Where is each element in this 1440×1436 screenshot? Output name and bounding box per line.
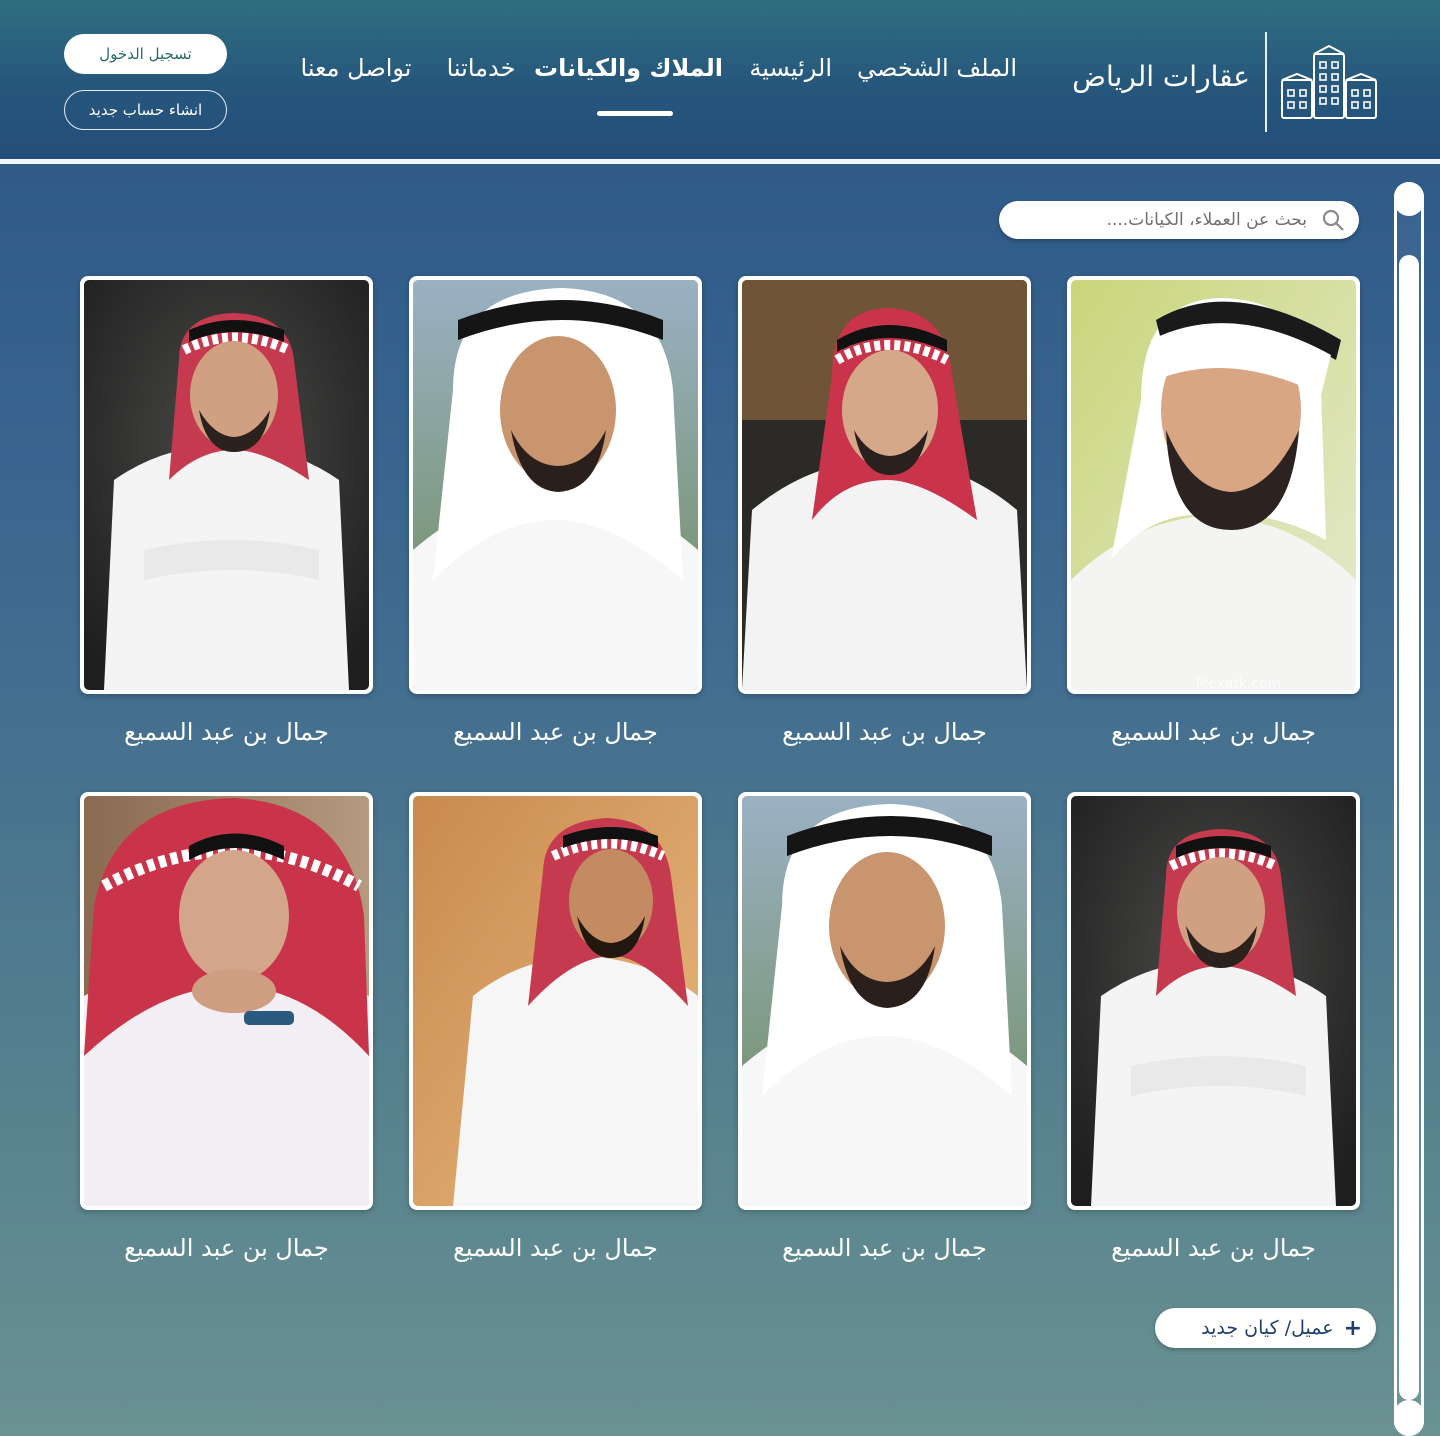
client-portrait-image bbox=[413, 796, 698, 1206]
client-photo[interactable] bbox=[738, 792, 1031, 1210]
client-portrait-image bbox=[84, 796, 369, 1206]
scroll-down-button[interactable] bbox=[1394, 1400, 1424, 1436]
add-client-entity-label: عميل/ كيان جديد bbox=[1201, 1317, 1334, 1339]
client-card[interactable]: جمال بن عبد السميع bbox=[409, 276, 702, 746]
client-portrait-image bbox=[742, 280, 1027, 690]
client-portrait-image bbox=[413, 280, 698, 690]
register-button[interactable]: انشاء حساب جديد bbox=[64, 90, 227, 130]
client-name[interactable]: جمال بن عبد السميع bbox=[409, 1234, 702, 1262]
header-divider bbox=[0, 159, 1440, 164]
client-name[interactable]: جمال بن عبد السميع bbox=[738, 1234, 1031, 1262]
client-portrait-image bbox=[742, 796, 1027, 1206]
client-card[interactable]: Mexatk.com جمال بن عبد السميع bbox=[1067, 276, 1360, 746]
client-card[interactable]: جمال بن عبد السميع bbox=[80, 792, 373, 1262]
client-card[interactable]: جمال بن عبد السميع bbox=[80, 276, 373, 746]
client-photo[interactable] bbox=[80, 276, 373, 694]
client-photo[interactable] bbox=[409, 276, 702, 694]
nav-item-services[interactable]: خدماتنا bbox=[445, 54, 517, 82]
client-photo[interactable] bbox=[1067, 792, 1360, 1210]
client-name[interactable]: جمال بن عبد السميع bbox=[738, 718, 1031, 746]
client-name[interactable]: جمال بن عبد السميع bbox=[1067, 718, 1360, 746]
add-client-entity-button[interactable]: عميل/ كيان جديد + bbox=[1155, 1308, 1376, 1348]
client-photo[interactable]: Mexatk.com bbox=[1067, 276, 1360, 694]
search-bar[interactable] bbox=[999, 201, 1359, 239]
client-photo[interactable] bbox=[80, 792, 373, 1210]
client-portrait-image bbox=[1071, 796, 1356, 1206]
client-photo[interactable] bbox=[738, 276, 1031, 694]
scrollbar-thumb[interactable] bbox=[1399, 255, 1419, 1400]
plus-icon: + bbox=[1343, 1315, 1362, 1341]
logo-divider bbox=[1265, 32, 1267, 132]
nav-item-owners-entities[interactable]: الملاك والكيانات bbox=[534, 54, 723, 82]
client-card[interactable]: جمال بن عبد السميع bbox=[409, 792, 702, 1262]
client-name[interactable]: جمال بن عبد السميع bbox=[409, 718, 702, 746]
top-header: عقارات الرياض الملف الشخصي الرئيسية المل… bbox=[0, 0, 1440, 160]
client-name[interactable]: جمال بن عبد السميع bbox=[80, 1234, 373, 1262]
nav-item-profile[interactable]: الملف الشخصي bbox=[857, 54, 1017, 82]
client-portrait-image bbox=[84, 280, 369, 690]
buildings-logo-icon bbox=[1281, 44, 1377, 119]
client-name[interactable]: جمال بن عبد السميع bbox=[1067, 1234, 1360, 1262]
client-name[interactable]: جمال بن عبد السميع bbox=[80, 718, 373, 746]
search-icon[interactable] bbox=[1321, 208, 1345, 232]
client-card[interactable]: جمال بن عبد السميع bbox=[1067, 792, 1360, 1262]
search-input[interactable] bbox=[1017, 201, 1307, 239]
nav-item-contact[interactable]: تواصل معنا bbox=[298, 54, 414, 82]
login-button[interactable]: تسجيل الدخول bbox=[64, 34, 227, 74]
scroll-up-button[interactable] bbox=[1394, 182, 1424, 216]
client-card[interactable]: جمال بن عبد السميع bbox=[738, 792, 1031, 1262]
nav-item-home[interactable]: الرئيسية bbox=[749, 54, 832, 82]
client-portrait-image: Mexatk.com bbox=[1071, 280, 1356, 690]
brand-name: عقارات الرياض bbox=[1072, 60, 1250, 93]
client-card[interactable]: جمال بن عبد السميع bbox=[738, 276, 1031, 746]
client-photo[interactable] bbox=[409, 792, 702, 1210]
active-nav-indicator bbox=[597, 111, 673, 116]
photo-watermark: Mexatk.com bbox=[1196, 676, 1281, 690]
